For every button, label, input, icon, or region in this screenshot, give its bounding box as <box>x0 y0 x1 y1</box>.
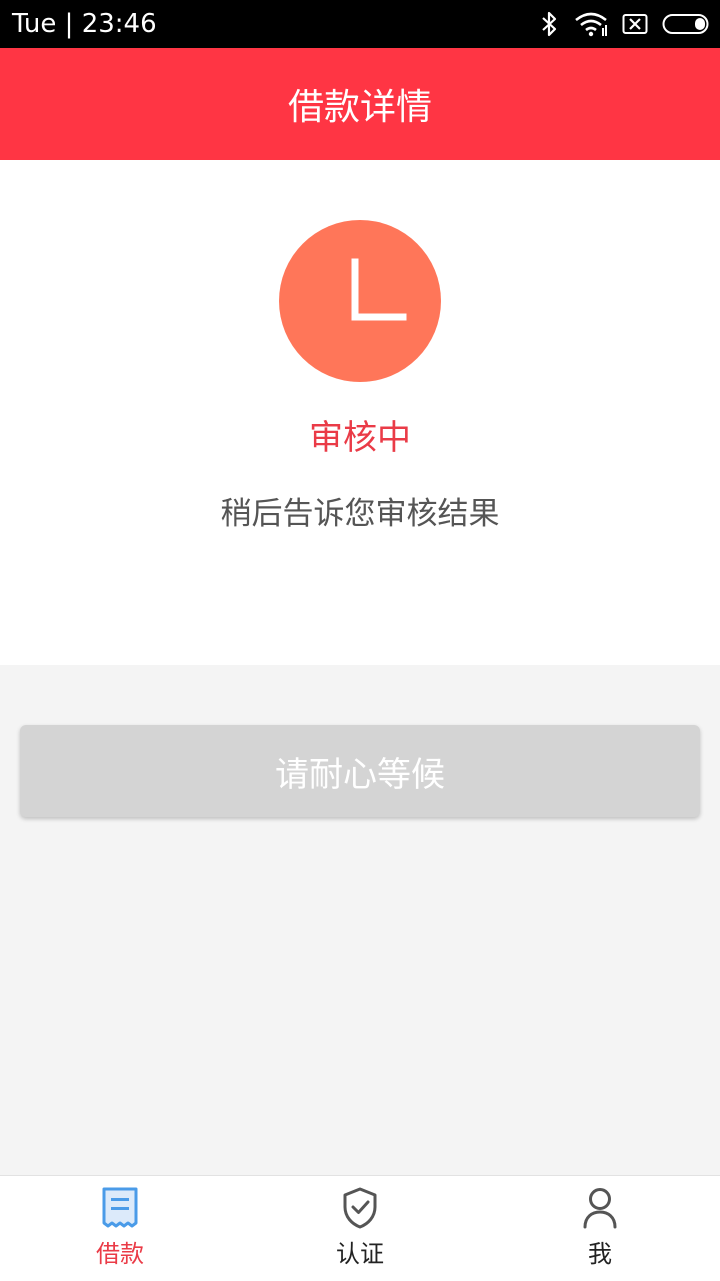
nav-item-loan[interactable]: 借款 <box>0 1176 240 1281</box>
loan-receipt-icon <box>98 1186 142 1230</box>
battery-icon <box>662 13 710 35</box>
status-bar: Tue | 23:46 <box>0 0 720 48</box>
please-wait-button[interactable]: 请耐心等候 <box>20 725 700 817</box>
wifi-icon <box>574 11 608 37</box>
no-sim-icon <box>622 13 648 35</box>
clock-icon <box>279 220 441 382</box>
nav-label-me: 我 <box>588 1240 612 1268</box>
bluetooth-icon <box>540 11 560 37</box>
bottom-nav: 借款 认证 我 <box>0 1175 720 1281</box>
title-bar: 借款详情 <box>0 48 720 160</box>
review-description: 稍后告诉您审核结果 <box>220 496 500 532</box>
status-icons <box>540 8 710 40</box>
nav-label-loan: 借款 <box>96 1240 144 1268</box>
page-title: 借款详情 <box>287 87 432 128</box>
review-status-text: 审核中 <box>309 418 411 458</box>
user-icon <box>578 1186 622 1230</box>
nav-item-me[interactable]: 我 <box>480 1176 720 1281</box>
shield-check-icon <box>338 1186 382 1230</box>
nav-label-verification: 认证 <box>336 1240 384 1268</box>
nav-item-verification[interactable]: 认证 <box>240 1176 480 1281</box>
status-time: Tue | 23:46 <box>12 9 157 39</box>
review-status-card: 审核中 稍后告诉您审核结果 <box>0 160 720 665</box>
